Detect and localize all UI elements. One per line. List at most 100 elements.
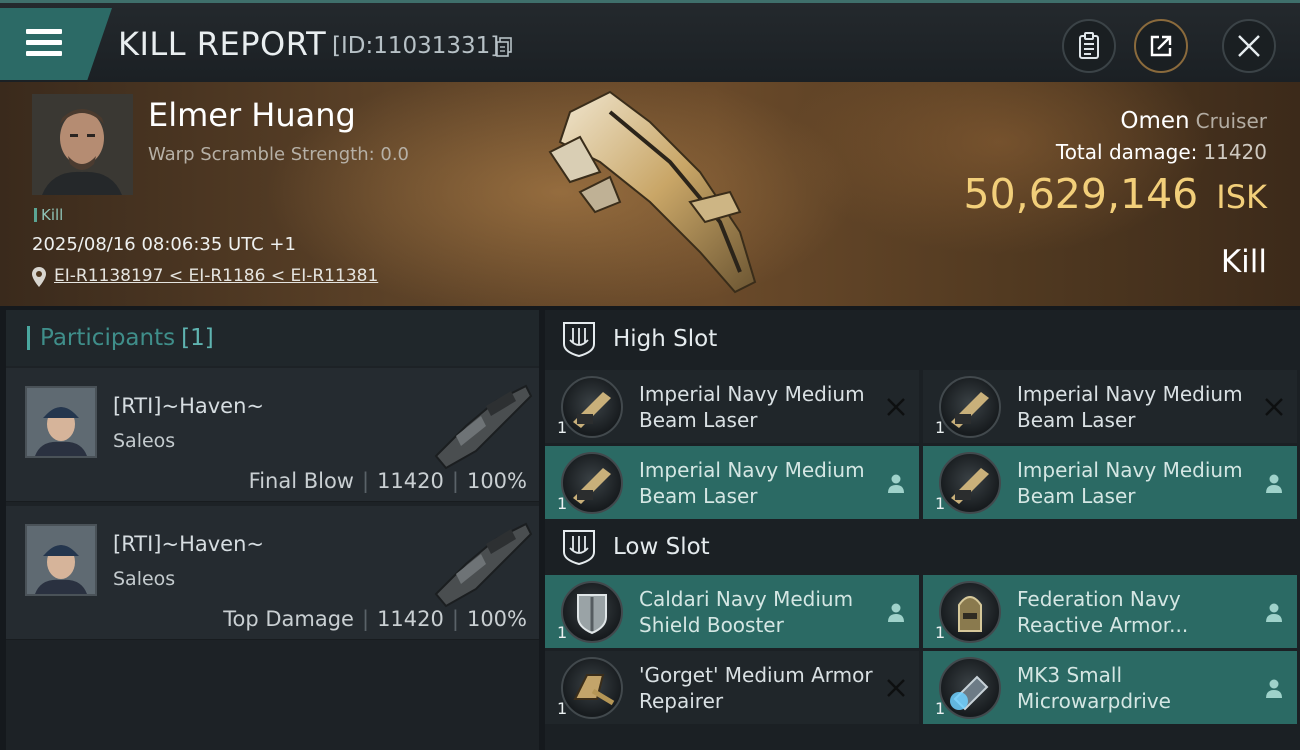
participant-name[interactable]: [RTI]~Haven~: [113, 532, 264, 556]
dropped-person-icon: [1266, 603, 1282, 622]
copy-icon[interactable]: [496, 37, 513, 57]
dropped-person-icon: [888, 474, 904, 493]
omen-ship-icon: [548, 90, 757, 294]
character-portrait-icon: [32, 94, 133, 195]
pilot-portrait-icon: [27, 388, 95, 456]
saleos-ship-icon: [434, 384, 533, 470]
participant-role: Final Blow: [248, 469, 354, 493]
saleos-ship-icon: [434, 522, 533, 608]
ship-class: Cruiser: [1195, 109, 1267, 133]
module-item[interactable]: 1 'Gorget' Medium Armor Repairer: [545, 651, 919, 724]
module-item[interactable]: 1 Imperial Navy Medium Beam Laser: [545, 370, 919, 443]
module-quantity: 1: [935, 418, 946, 437]
high-slot-icon: [563, 322, 595, 358]
location-text: EI-R1138197 < EI-R1186 < EI-R11381: [54, 266, 379, 286]
fitting-panel: High Slot 1 Imperial Navy Medium Beam La…: [545, 310, 1300, 750]
beam-laser-icon: [939, 376, 1001, 438]
module-name: Imperial Navy Medium Beam Laser: [1017, 458, 1243, 508]
module-quantity: 1: [935, 699, 946, 718]
participant-card[interactable]: [RTI]~Haven~ Saleos Top Damage | 11420 | 100…: [6, 506, 539, 640]
beam-laser-icon: [939, 452, 1001, 514]
participants-title-text: Participants: [40, 325, 176, 351]
participant-percent: 100%: [466, 469, 527, 493]
page-title: KILL REPORT: [118, 25, 327, 63]
participant-damage: 11420: [377, 607, 444, 631]
ship-type[interactable]: Omen Cruiser: [1120, 108, 1267, 134]
close-button[interactable]: [1222, 19, 1276, 73]
stats-separator: |: [361, 469, 370, 493]
module-quantity: 1: [557, 418, 568, 437]
kill-tag-marker: [34, 208, 37, 222]
module-name: MK3 Small Microwarpdrive: [1017, 663, 1171, 713]
isk-unit: ISK: [1216, 178, 1267, 216]
victim-portrait[interactable]: [32, 94, 133, 195]
participant-stats: Final Blow | 11420 | 100%: [249, 469, 527, 493]
top-bar: KILL REPORT [ID:11031331]: [0, 0, 1300, 82]
kill-timestamp: 2025/08/16 08:06:35 UTC +1: [32, 234, 296, 255]
participant-percent: 100%: [466, 607, 527, 631]
destroyed-x-icon: [1265, 398, 1283, 416]
close-icon: [1238, 35, 1260, 57]
beam-laser-icon: [561, 452, 623, 514]
dropped-person-icon: [888, 603, 904, 622]
participants-panel: Participants [1] [RTI]~Haven~ Saleos Fina…: [6, 310, 539, 750]
share-button[interactable]: [1134, 19, 1188, 73]
menu-button[interactable]: [0, 8, 112, 80]
participant-ship: Saleos: [113, 430, 176, 452]
menu-icon: [26, 29, 62, 34]
module-item[interactable]: 1 MK3 Small Microwarpdrive: [923, 651, 1297, 724]
clipboard-button[interactable]: [1062, 19, 1116, 73]
menu-icon-bar: [26, 40, 62, 45]
stats-separator: |: [451, 607, 459, 631]
participant-name[interactable]: [RTI]~Haven~: [113, 394, 264, 418]
participants-count: [1]: [181, 325, 214, 351]
module-item[interactable]: 1 Federation Navy Reactive Armor...: [923, 575, 1297, 648]
module-quantity: 1: [935, 623, 946, 642]
module-quantity: 1: [557, 494, 568, 513]
participant-damage: 11420: [377, 469, 444, 493]
module-name: Federation Navy Reactive Armor...: [1017, 587, 1189, 637]
destroyed-x-icon: [887, 398, 905, 416]
stats-separator: |: [361, 607, 370, 631]
total-damage-value: 11420: [1203, 140, 1267, 164]
participants-header-marker: [27, 326, 30, 350]
module-name: Imperial Navy Medium Beam Laser: [1017, 382, 1243, 432]
module-quantity: 1: [557, 623, 568, 642]
module-item[interactable]: 1 Caldari Navy Medium Shield Booster: [545, 575, 919, 648]
high-slot-header: High Slot: [545, 310, 1300, 370]
reactive-armor-icon: [939, 581, 1001, 643]
module-name: Caldari Navy Medium Shield Booster: [639, 587, 854, 637]
beam-laser-icon: [561, 376, 623, 438]
module-name: Imperial Navy Medium Beam Laser: [639, 458, 865, 508]
participant-stats: Top Damage | 11420 | 100%: [223, 607, 527, 631]
location-link[interactable]: EI-R1138197 < EI-R1186 < EI-R11381: [32, 266, 379, 287]
dropped-person-icon: [1266, 679, 1282, 698]
armor-repairer-icon: [561, 657, 623, 719]
participant-ship: Saleos: [113, 568, 176, 590]
kill-banner: Elmer Huang Warp Scramble Strength: 0.0 …: [0, 82, 1300, 306]
module-name: 'Gorget' Medium Armor Repairer: [639, 663, 873, 713]
low-slot-icon: [563, 530, 595, 566]
menu-icon-bar: [26, 51, 62, 56]
participant-card[interactable]: [RTI]~Haven~ Saleos Final Blow | 11420 | 100…: [6, 368, 539, 502]
module-quantity: 1: [935, 494, 946, 513]
total-damage: Total damage: 11420: [1056, 140, 1267, 164]
module-item[interactable]: 1 Imperial Navy Medium Beam Laser: [923, 446, 1297, 519]
kill-id: [ID:11031331]: [332, 33, 500, 59]
total-damage-label: Total damage:: [1055, 140, 1198, 164]
high-slot-label: High Slot: [613, 326, 718, 352]
module-item[interactable]: 1 Imperial Navy Medium Beam Laser: [923, 370, 1297, 443]
kill-tag: Kill: [34, 206, 63, 224]
isk-amount: 50,629,146: [963, 170, 1199, 218]
dropped-person-icon: [1266, 474, 1282, 493]
isk-value: 50,629,146 ISK: [964, 170, 1267, 218]
destroyed-x-icon: [887, 679, 905, 697]
participant-avatar: [25, 386, 97, 458]
kill-result: Kill: [1220, 244, 1267, 280]
module-item[interactable]: 1 Imperial Navy Medium Beam Laser: [545, 446, 919, 519]
victim-name[interactable]: Elmer Huang: [148, 96, 356, 134]
participants-header: Participants [1]: [6, 310, 539, 366]
module-name: Imperial Navy Medium Beam Laser: [639, 382, 865, 432]
shield-booster-icon: [561, 581, 623, 643]
kill-tag-label: Kill: [41, 206, 64, 224]
